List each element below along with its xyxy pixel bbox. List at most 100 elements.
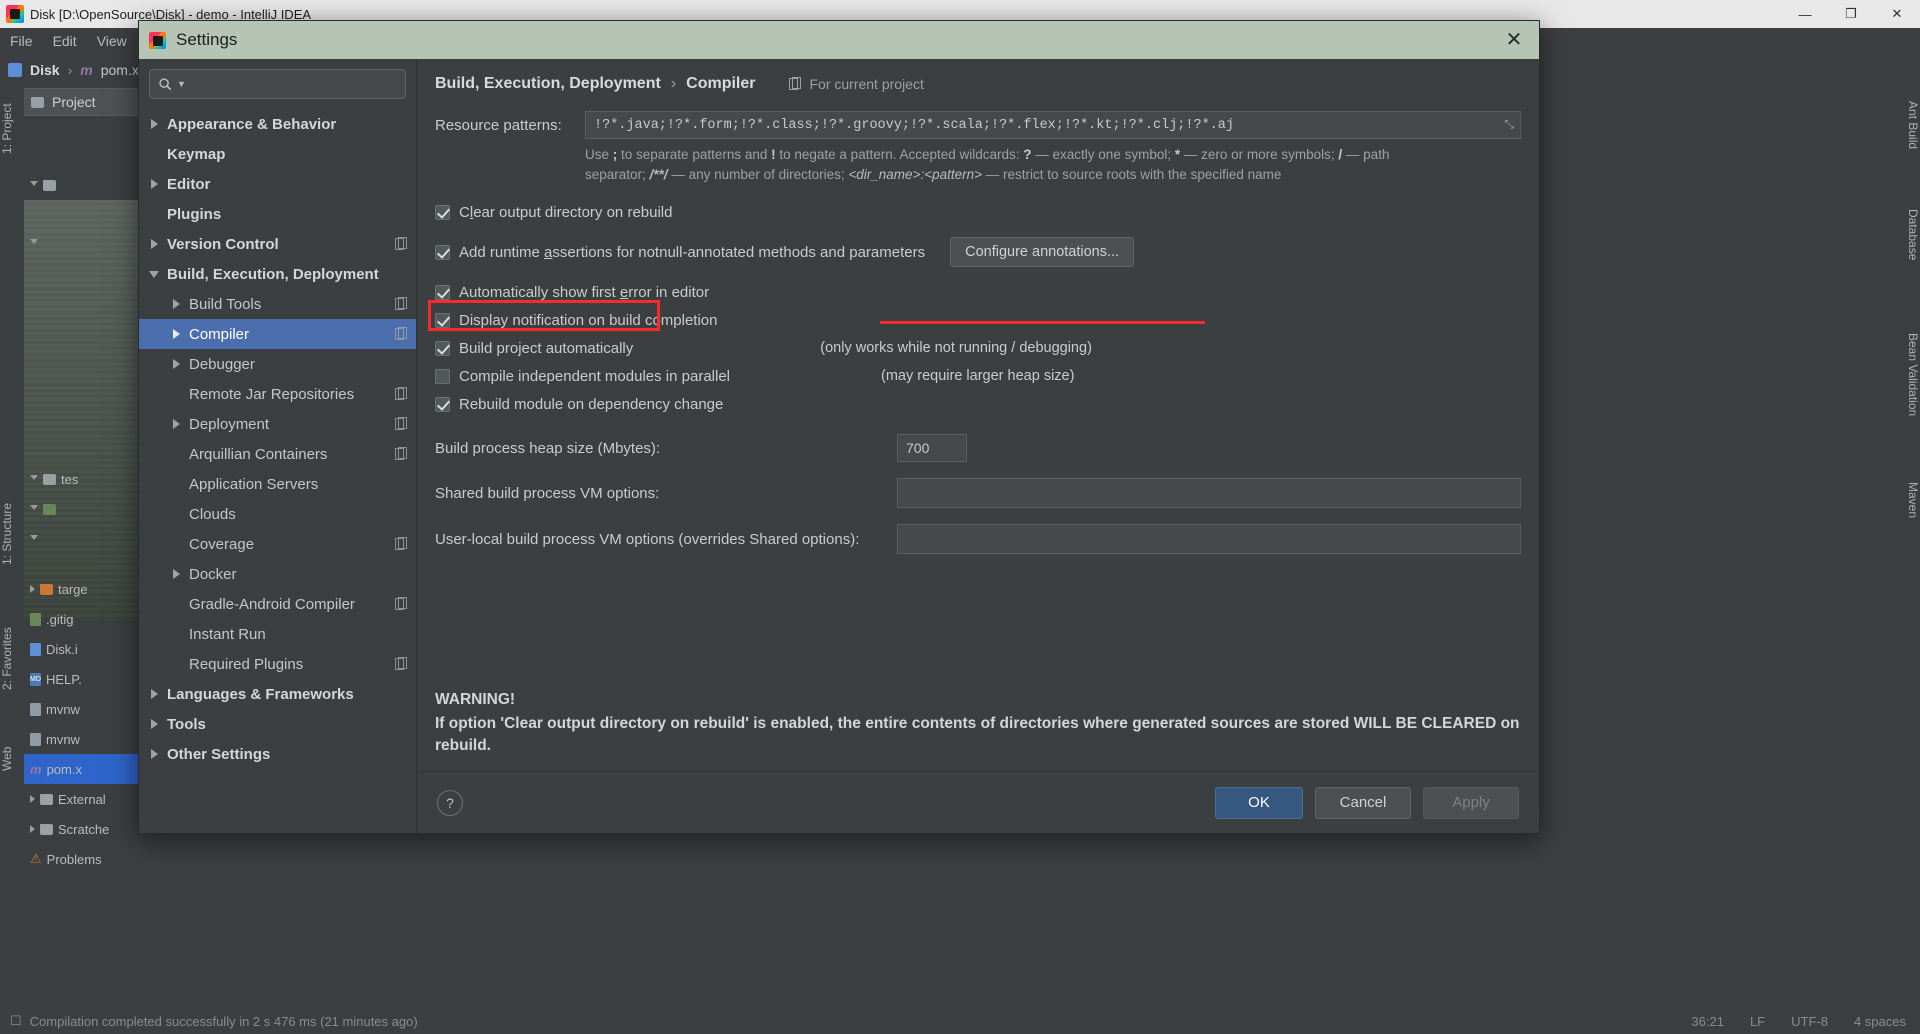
settings-tree-item-other-settings[interactable]: Other Settings xyxy=(139,739,416,769)
checkbox-automatically-show-first-error[interactable] xyxy=(435,284,450,300)
tree-file-pom[interactable]: pom.x xyxy=(47,762,82,777)
settings-tree-item-remote-jar-repositories[interactable]: Remote Jar Repositories xyxy=(139,379,416,409)
settings-tree-item-application-servers[interactable]: Application Servers xyxy=(139,469,416,499)
settings-tree-item-docker[interactable]: Docker xyxy=(139,559,416,589)
settings-tree-item-compiler[interactable]: Compiler xyxy=(139,319,416,349)
settings-tree-item-arquillian-containers[interactable]: Arquillian Containers xyxy=(139,439,416,469)
chevron-right-icon[interactable] xyxy=(149,178,161,190)
module-icon xyxy=(8,63,22,77)
settings-tree-item-keymap[interactable]: Keymap xyxy=(139,139,416,169)
tree-file-help[interactable]: HELP. xyxy=(46,672,82,687)
search-box[interactable]: ▼ xyxy=(149,69,406,99)
settings-tree-item-editor[interactable]: Editor xyxy=(139,169,416,199)
settings-tree-item-plugins[interactable]: Plugins xyxy=(139,199,416,229)
tree-file-mvnw[interactable]: mvnw xyxy=(46,702,80,717)
settings-tree-item-gradle-android-compiler[interactable]: Gradle-Android Compiler xyxy=(139,589,416,619)
tool-tab-favorites[interactable]: 2: Favorites xyxy=(0,604,24,714)
tree-file-mvnw-cmd[interactable]: mvnw xyxy=(46,732,80,747)
menu-view[interactable]: View xyxy=(97,33,127,49)
checkbox-row-rebuild-on-dependency[interactable]: Rebuild module on dependency change xyxy=(435,390,1521,418)
checkbox-compile-independent-modules-parallel[interactable] xyxy=(435,368,450,384)
heap-size-input[interactable]: 700 xyxy=(897,434,967,463)
close-window-button[interactable]: ✕ xyxy=(1874,0,1920,28)
tree-file-diskiml[interactable]: Disk.i xyxy=(46,642,78,657)
settings-tree-item-instant-run[interactable]: Instant Run xyxy=(139,619,416,649)
settings-tree-item-label: Tools xyxy=(167,715,206,733)
chevron-right-icon[interactable] xyxy=(171,358,183,370)
checkbox-row-auto-show-error[interactable]: Automatically show first error in editor xyxy=(435,278,1521,306)
status-indent[interactable]: 4 spaces xyxy=(1854,1014,1906,1029)
chevron-right-icon[interactable] xyxy=(171,328,183,340)
hint-text: — exactly one symbol; xyxy=(1031,147,1175,162)
settings-tree-item-debugger[interactable]: Debugger xyxy=(139,349,416,379)
breadcrumb-parent[interactable]: Build, Execution, Deployment xyxy=(435,75,661,93)
status-line-separator[interactable]: LF xyxy=(1750,1014,1765,1029)
cancel-button[interactable]: Cancel xyxy=(1315,786,1411,819)
status-encoding[interactable]: UTF-8 xyxy=(1791,1014,1828,1029)
tree-file-tes[interactable]: tes xyxy=(61,472,78,487)
tool-tab-bean-validation[interactable]: Bean Validation xyxy=(1894,310,1920,440)
checkbox-rebuild-module-on-dependency-change[interactable] xyxy=(435,396,450,412)
settings-tree-item-deployment[interactable]: Deployment xyxy=(139,409,416,439)
apply-button[interactable]: Apply xyxy=(1423,786,1519,819)
for-current-project-group: For current project xyxy=(789,76,924,92)
tree-file-target[interactable]: targe xyxy=(58,582,88,597)
status-caret-position[interactable]: 36:21 xyxy=(1691,1014,1724,1029)
checkbox-row-clear-output[interactable]: Clear output directory on rebuild xyxy=(435,198,1521,226)
checkbox-row-build-automatically: Build project automatically (only works … xyxy=(435,334,1521,362)
chevron-right-icon[interactable] xyxy=(171,298,183,310)
chevron-right-icon[interactable] xyxy=(171,568,183,580)
tree-node-problems[interactable]: Problems xyxy=(47,852,102,867)
ok-button[interactable]: OK xyxy=(1215,786,1303,819)
tool-tab-maven[interactable]: Maven xyxy=(1894,460,1920,540)
search-input[interactable] xyxy=(189,76,397,92)
settings-tree-item-coverage[interactable]: Coverage xyxy=(139,529,416,559)
settings-tree-item-version-control[interactable]: Version Control xyxy=(139,229,416,259)
settings-tree-item-clouds[interactable]: Clouds xyxy=(139,499,416,529)
settings-tree-item-tools[interactable]: Tools xyxy=(139,709,416,739)
checkbox-clear-output-directory[interactable] xyxy=(435,204,450,220)
tool-tab-web[interactable]: Web xyxy=(0,734,24,784)
breadcrumb-module[interactable]: Disk xyxy=(30,62,60,78)
chevron-right-icon[interactable] xyxy=(171,418,183,430)
menu-file[interactable]: File xyxy=(10,33,33,49)
expand-icon[interactable]: ⤡ xyxy=(1504,118,1514,132)
tool-tab-structure[interactable]: 1: Structure xyxy=(0,484,24,584)
project-tab-label: Project xyxy=(52,94,96,110)
configure-annotations-button[interactable]: Configure annotations... xyxy=(950,237,1135,268)
close-icon[interactable]: ✕ xyxy=(1499,25,1529,55)
chevron-down-icon[interactable]: ▼ xyxy=(177,79,186,89)
tool-tab-database[interactable]: Database xyxy=(1894,190,1920,280)
settings-tree-item-build-tools[interactable]: Build Tools xyxy=(139,289,416,319)
shared-vm-options-input[interactable] xyxy=(897,478,1521,509)
user-vm-options-input[interactable] xyxy=(897,524,1521,555)
tool-tab-project[interactable]: 1: Project xyxy=(0,84,24,174)
settings-tree-item-label: Editor xyxy=(167,175,211,193)
help-icon[interactable]: ? xyxy=(437,789,463,816)
checkbox-display-notification[interactable] xyxy=(435,312,450,328)
chevron-down-icon[interactable] xyxy=(149,268,161,280)
chevron-right-icon[interactable] xyxy=(149,238,161,250)
settings-tree-item-label: Clouds xyxy=(189,505,236,523)
settings-tree-item-label: Remote Jar Repositories xyxy=(189,385,355,403)
menu-edit[interactable]: Edit xyxy=(53,33,77,49)
tree-file-gitignore[interactable]: .gitig xyxy=(46,612,73,627)
maximize-button[interactable]: ❐ xyxy=(1828,0,1874,28)
tool-tab-ant-build[interactable]: Ant Build xyxy=(1894,80,1920,170)
settings-tree-item-languages-frameworks[interactable]: Languages & Frameworks xyxy=(139,679,416,709)
settings-tree-item-appearance-behavior[interactable]: Appearance & Behavior xyxy=(139,109,416,139)
settings-tree-item-build-execution-deployment[interactable]: Build, Execution, Deployment xyxy=(139,259,416,289)
minimize-button[interactable]: — xyxy=(1782,0,1828,28)
chevron-right-icon[interactable] xyxy=(149,718,161,730)
checkbox-row-display-notification[interactable]: Display notification on build completion xyxy=(435,306,1521,334)
chevron-right-icon[interactable] xyxy=(149,688,161,700)
tree-node-scratches[interactable]: Scratche xyxy=(58,822,109,837)
checkbox-build-project-automatically[interactable] xyxy=(435,340,450,356)
chevron-right-icon[interactable] xyxy=(149,118,161,130)
checkbox-add-runtime-assertions[interactable] xyxy=(435,244,450,260)
resource-patterns-input[interactable]: !?*.java;!?*.form;!?*.class;!?*.groovy;!… xyxy=(585,111,1521,139)
chevron-right-icon[interactable] xyxy=(149,748,161,760)
tree-node-external-libraries[interactable]: External xyxy=(58,792,106,807)
settings-tree-item-required-plugins[interactable]: Required Plugins xyxy=(139,649,416,679)
